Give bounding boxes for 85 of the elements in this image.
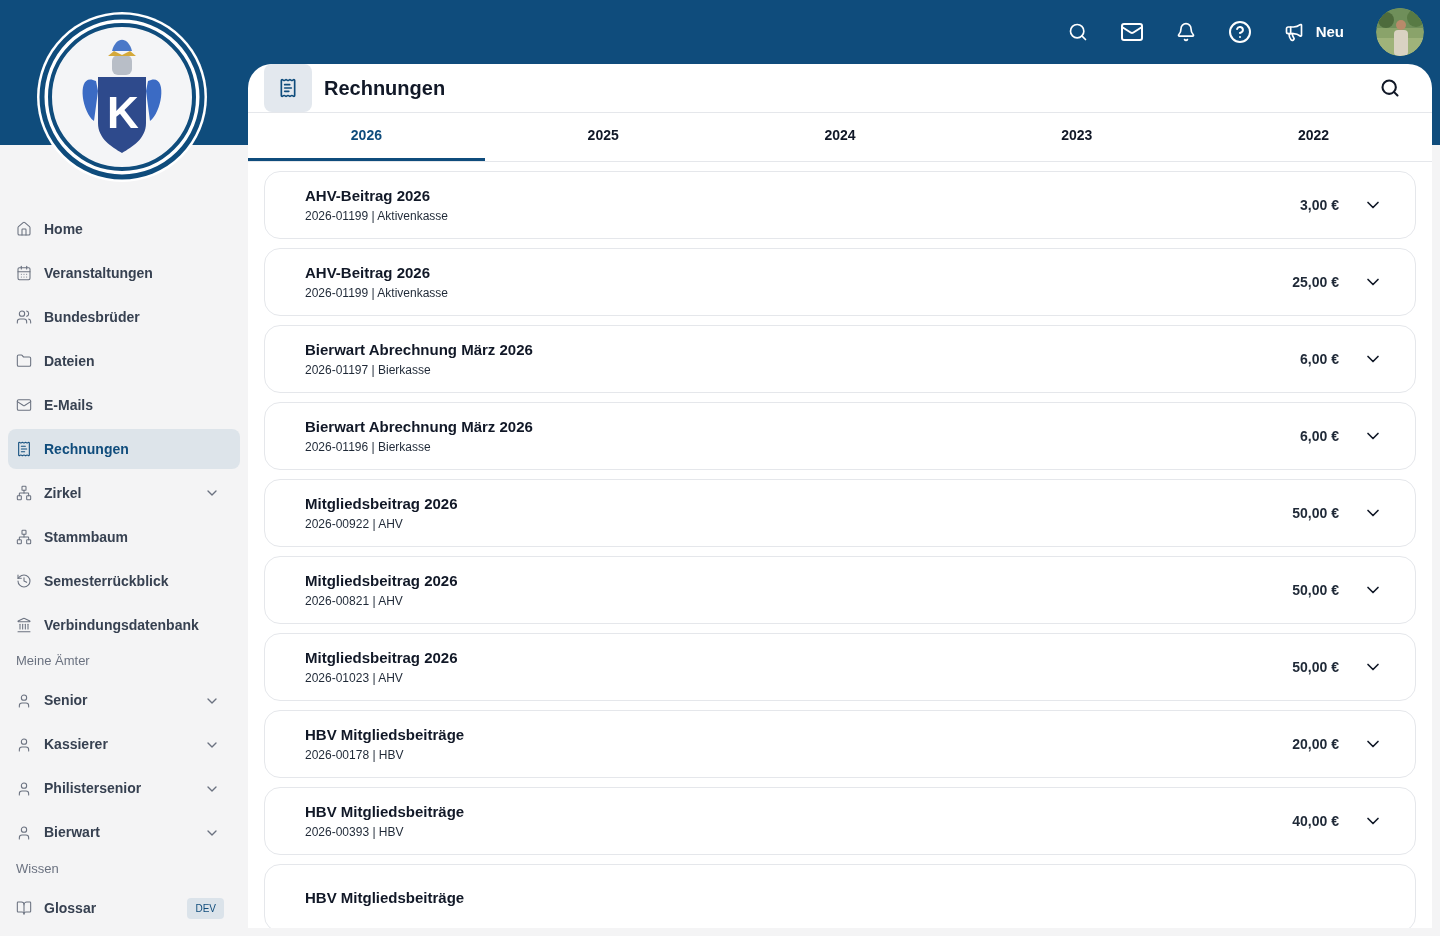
invoice-row[interactable]: HBV Mitgliedsbeiträge 2026-00178 | HBV 20,00 € (264, 710, 1416, 778)
mail-icon (16, 397, 32, 413)
invoice-title: Bierwart Abrechnung März 2026 (305, 416, 534, 437)
invoice-title: Mitgliedsbeitrag 2026 (305, 493, 459, 514)
invoice-title: HBV Mitgliedsbeiträge (305, 887, 466, 908)
document-icon (16, 441, 32, 457)
sidebar-item[interactable]: Glossar DEV (8, 888, 240, 928)
invoice-title: HBV Mitgliedsbeiträge (305, 724, 466, 745)
hierarchy-icon (16, 529, 32, 545)
invoice-subtitle: 2026-01199 | Aktivenkasse (305, 285, 449, 303)
sidebar-item[interactable]: E-Mails (8, 385, 240, 425)
invoice-amount: 40,00 € (1292, 811, 1339, 831)
people-icon (16, 309, 32, 325)
invoice-amount: 50,00 € (1292, 657, 1339, 677)
year-tab[interactable]: 2024 (721, 113, 959, 161)
invoice-title: Mitgliedsbeitrag 2026 (305, 647, 459, 668)
year-tab[interactable]: 2026 (248, 113, 485, 161)
sidebar-item[interactable]: Verbindungsdatenbank (8, 605, 240, 645)
search-icon[interactable] (1380, 78, 1400, 98)
mail-icon[interactable] (1119, 20, 1144, 44)
invoice-amount: 3,00 € (1300, 195, 1339, 215)
calendar-icon (16, 265, 32, 281)
invoice-row[interactable]: AHV-Beitrag 2026 2026-01199 | Aktivenkasse 3,00 € (264, 171, 1416, 239)
invoice-subtitle: 2026-00821 | AHV (305, 593, 404, 611)
user-icon (16, 736, 32, 753)
sidebar-item[interactable]: Stammbaum (8, 517, 240, 557)
invoice-amount: 6,00 € (1300, 349, 1339, 369)
invoice-title: HBV Mitgliedsbeiträge (305, 801, 466, 822)
invoice-amount: 50,00 € (1292, 580, 1339, 600)
home-icon (16, 221, 32, 237)
invoice-subtitle: 2026-00393 | HBV (305, 824, 405, 842)
invoice-subtitle: 2026-01197 | Bierkasse (305, 362, 432, 380)
invoice-title: AHV-Beitrag 2026 (305, 185, 432, 206)
megaphone-icon (1283, 22, 1304, 42)
sidebar-item[interactable]: Bundesbrüder (8, 297, 240, 337)
invoice-title: AHV-Beitrag 2026 (305, 262, 432, 283)
dev-badge: DEV (187, 897, 224, 919)
invoice-amount: 20,00 € (1292, 734, 1339, 754)
invoice-row[interactable]: Mitgliedsbeitrag 2026 2026-00922 | AHV 50,00 € (264, 479, 1416, 547)
bell-icon[interactable] (1175, 22, 1196, 42)
sidebar-item[interactable]: Rechnungen (8, 429, 240, 469)
sidebar-item[interactable]: Semesterrückblick (8, 561, 240, 601)
sidebar-item[interactable]: Bierwart (8, 812, 240, 853)
help-icon[interactable] (1227, 20, 1252, 44)
invoice-amount: 50,00 € (1292, 503, 1339, 523)
invoice-row[interactable]: Bierwart Abrechnung März 2026 2026-01196 | Bierkasse 6,00 € (264, 402, 1416, 470)
history-icon (16, 573, 32, 589)
network-icon (16, 485, 32, 501)
invoice-title: Bierwart Abrechnung März 2026 (305, 339, 534, 360)
invoice-title: Mitgliedsbeitrag 2026 (305, 570, 459, 591)
invoice-row[interactable]: Bierwart Abrechnung März 2026 2026-01197 | Bierkasse 6,00 € (264, 325, 1416, 393)
sidebar-item[interactable]: Philistersenior (8, 768, 240, 809)
sidebar-item[interactable]: Veranstaltungen (8, 253, 240, 293)
invoice-row[interactable]: HBV Mitgliedsbeiträge 2026-00393 | HBV 40,00 € (264, 787, 1416, 855)
year-tab[interactable]: 2025 (484, 113, 722, 161)
search-icon[interactable] (1067, 22, 1088, 42)
folder-icon (16, 353, 32, 369)
invoice-icon (278, 78, 298, 98)
invoice-subtitle: 2026-00922 | AHV (305, 516, 404, 534)
book-icon (16, 900, 32, 916)
new-button[interactable]: Neu (1283, 20, 1344, 44)
invoice-subtitle: 2026-01023 | AHV (305, 670, 404, 688)
invoice-amount: 6,00 € (1300, 426, 1339, 446)
invoice-row[interactable]: Mitgliedsbeitrag 2026 2026-00821 | AHV 50,00 € (264, 556, 1416, 624)
invoice-subtitle: 2026-01199 | Aktivenkasse (305, 208, 449, 226)
section-heading: Meine Ämter (15, 652, 91, 670)
year-tab[interactable]: 2023 (958, 113, 1196, 161)
user-icon (16, 780, 32, 797)
logo-letter: K (107, 91, 139, 135)
year-tab[interactable]: 2022 (1195, 113, 1432, 161)
sidebar-item[interactable]: Kassierer (8, 724, 240, 765)
sidebar-item[interactable]: Dateien (8, 341, 240, 381)
invoice-row[interactable]: Mitgliedsbeitrag 2026 2026-01023 | AHV 50,00 € (264, 633, 1416, 701)
invoice-amount: 25,00 € (1292, 272, 1339, 292)
page-title: Rechnungen (324, 76, 447, 101)
sidebar-item[interactable]: Zirkel (8, 473, 240, 513)
invoice-subtitle: 2026-00178 | HBV (305, 747, 405, 765)
invoice-subtitle: 2026-01196 | Bierkasse (305, 439, 432, 457)
bank-icon (16, 617, 32, 633)
sidebar-item[interactable]: Home (8, 209, 240, 249)
user-icon (16, 824, 32, 841)
user-icon (16, 692, 32, 709)
section-heading: Wissen (15, 859, 60, 878)
invoice-row[interactable]: AHV-Beitrag 2026 2026-01199 | Aktivenkasse 25,00 € (264, 248, 1416, 316)
sidebar-item[interactable]: Senior (8, 680, 240, 721)
